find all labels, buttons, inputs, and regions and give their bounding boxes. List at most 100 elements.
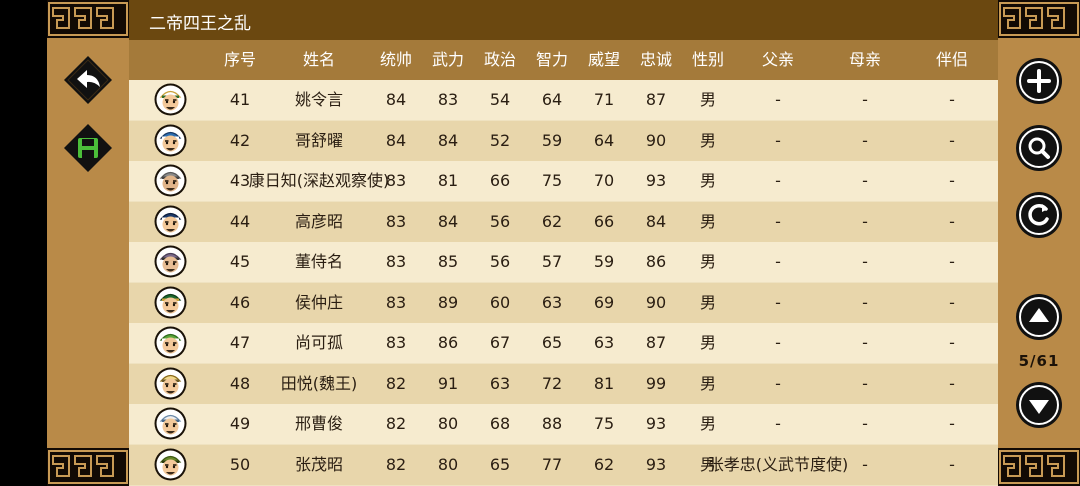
table-row[interactable]: 48 田悦(魏王) 82 91 63 72 81 99 男 - - - <box>129 363 998 404</box>
portrait-avatar <box>154 205 187 238</box>
header-loyalty[interactable]: 忠诚 <box>640 40 672 80</box>
header-name[interactable]: 姓名 <box>303 40 335 80</box>
cell-name: 哥舒曜 <box>294 130 344 150</box>
cell-force: 80 <box>437 414 459 433</box>
page-up-button[interactable] <box>1015 293 1063 341</box>
portrait-avatar <box>154 367 187 400</box>
header-intelligence[interactable]: 智力 <box>536 40 568 80</box>
cell-intelligence: 63 <box>541 292 563 312</box>
cell-politics: 67 <box>489 333 511 352</box>
refresh-button[interactable] <box>1015 191 1063 239</box>
save-disk-icon <box>64 124 112 172</box>
cell-name: 邢曹俊 <box>294 414 344 433</box>
title-bar: 二帝四王之乱 <box>129 0 998 40</box>
add-button[interactable] <box>1015 57 1063 105</box>
officer-portrait-icon <box>154 286 187 318</box>
cell-politics: 66 <box>489 171 511 190</box>
cell-prestige: 69 <box>593 292 615 312</box>
header-mother[interactable]: 母亲 <box>849 40 881 80</box>
cell-command: 82 <box>385 454 407 474</box>
cell-prestige: 66 <box>593 211 615 231</box>
table-row[interactable]: 45 董侍名 83 85 56 57 59 86 男 - - - <box>129 242 998 282</box>
cell-force: 84 <box>437 211 459 231</box>
table-header: 序号 姓名 统帅 武力 政治 智力 威望 忠诚 性别 父亲 母亲 伴侣 <box>129 40 998 80</box>
cell-father: - <box>775 373 781 393</box>
header-father[interactable]: 父亲 <box>762 40 794 80</box>
cell-father: - <box>775 171 781 190</box>
cell-force: 80 <box>437 454 459 474</box>
cell-loyalty: 93 <box>645 171 667 190</box>
cell-loyalty: 87 <box>645 90 667 109</box>
header-politics[interactable]: 政治 <box>484 40 516 80</box>
cell-gender: 男 <box>699 252 717 271</box>
table-row[interactable]: 50 张茂昭 82 80 65 77 62 93 男张孝忠(义武节度使) - - <box>129 444 998 485</box>
cell-command: 84 <box>385 130 407 150</box>
header-gender[interactable]: 性别 <box>692 40 724 80</box>
table-row[interactable]: 43 康日知(深赵观察使) 83 81 66 75 70 93 男 - - - <box>129 161 998 201</box>
cell-father: - <box>775 211 781 231</box>
cell-politics: 52 <box>489 130 511 150</box>
cell-gender: 男 <box>699 292 717 312</box>
table-row[interactable]: 49 邢曹俊 82 80 68 88 75 93 男 - - - <box>129 404 998 444</box>
back-arrow-icon <box>64 56 112 104</box>
cell-command: 83 <box>385 292 407 312</box>
search-icon <box>1016 125 1062 171</box>
portrait-avatar <box>154 407 187 440</box>
cell-command: 82 <box>385 414 407 433</box>
portrait-avatar <box>154 245 187 278</box>
save-button[interactable] <box>63 123 113 173</box>
page-down-button[interactable] <box>1015 381 1063 429</box>
header-index[interactable]: 序号 <box>224 40 256 80</box>
table-row[interactable]: 46 侯仲庄 83 89 60 63 69 90 男 - - - <box>129 282 998 323</box>
cell-index: 45 <box>229 252 251 271</box>
cell-gender: 男 <box>699 373 717 393</box>
cell-loyalty: 86 <box>645 252 667 271</box>
scenario-title: 二帝四王之乱 <box>149 14 251 34</box>
cell-prestige: 64 <box>593 130 615 150</box>
cell-spouse: - <box>949 333 955 352</box>
cell-intelligence: 77 <box>541 454 563 474</box>
header-command[interactable]: 统帅 <box>380 40 412 80</box>
cell-intelligence: 59 <box>541 130 563 150</box>
table-row[interactable]: 41 姚令言 84 83 54 64 71 87 男 - - - <box>129 80 998 120</box>
portrait-avatar <box>154 164 187 197</box>
portrait-avatar <box>154 124 187 157</box>
cell-gender: 男 <box>699 171 717 190</box>
cell-force: 91 <box>437 373 459 393</box>
officer-portrait-icon <box>154 124 187 156</box>
cell-command: 83 <box>385 211 407 231</box>
cell-name: 高彦昭 <box>294 211 344 231</box>
portrait-avatar <box>154 286 187 319</box>
officer-portrait-icon <box>154 326 187 359</box>
officer-portrait-icon <box>154 448 187 480</box>
cell-gender: 男 <box>699 130 717 150</box>
cell-mother: - <box>862 252 868 271</box>
table-row[interactable]: 47 尚可孤 83 86 67 65 63 87 男 - - - <box>129 323 998 363</box>
left-side-panel <box>47 0 129 486</box>
cell-spouse: - <box>949 211 955 231</box>
cell-name: 张茂昭 <box>294 454 344 474</box>
cell-politics: 68 <box>489 414 511 433</box>
header-spouse[interactable]: 伴侣 <box>936 40 968 80</box>
cell-index: 50 <box>229 454 251 474</box>
cell-prestige: 70 <box>593 171 615 190</box>
header-force[interactable]: 武力 <box>432 40 464 80</box>
cell-command: 84 <box>385 90 407 109</box>
cell-prestige: 71 <box>593 90 615 109</box>
cell-spouse: - <box>949 90 955 109</box>
cell-force: 84 <box>437 130 459 150</box>
fret-ornament-bottom-left <box>47 448 129 486</box>
search-button[interactable] <box>1015 124 1063 172</box>
cell-mother: - <box>862 333 868 352</box>
cell-loyalty: 93 <box>645 454 667 474</box>
cell-index: 41 <box>229 90 251 109</box>
officer-list-panel: 二帝四王之乱 序号 姓名 统帅 武力 政治 智力 威望 忠诚 性别 父亲 母亲 伴侣 41 姚令言 84 8… <box>129 0 998 486</box>
cell-politics: 54 <box>489 90 511 109</box>
cell-loyalty: 90 <box>645 292 667 312</box>
fret-ornament-top-right <box>998 0 1080 38</box>
cell-name: 田悦(魏王) <box>280 373 358 393</box>
table-row[interactable]: 44 高彦昭 83 84 56 62 66 84 男 - - - <box>129 201 998 242</box>
header-prestige[interactable]: 威望 <box>588 40 620 80</box>
back-button[interactable] <box>63 55 113 105</box>
table-row[interactable]: 42 哥舒曜 84 84 52 59 64 90 男 - - - <box>129 120 998 161</box>
